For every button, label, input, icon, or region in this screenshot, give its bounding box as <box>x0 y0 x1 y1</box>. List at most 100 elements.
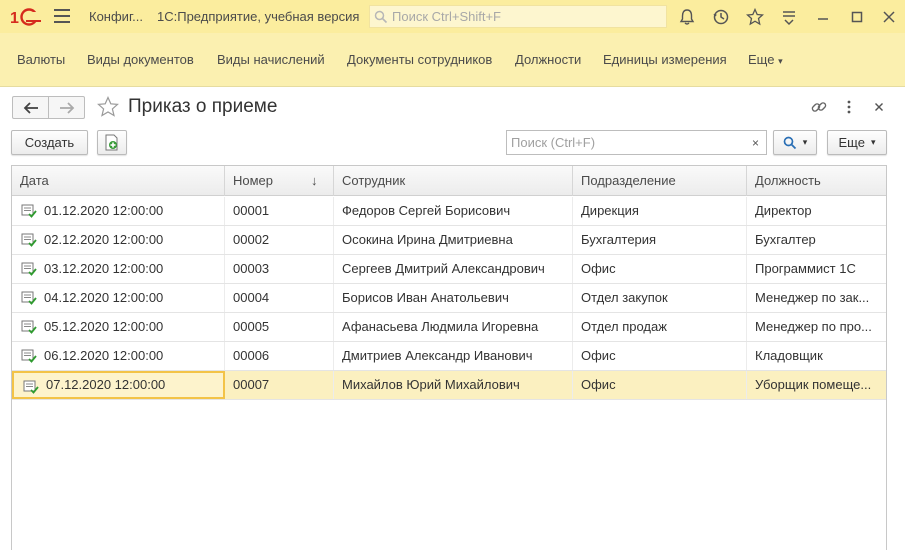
sections-panel: Валюты Виды документов Виды начислений Д… <box>0 33 905 87</box>
history-icon[interactable] <box>712 8 730 26</box>
cell-employee-text: Михайлов Юрий Михайлович <box>342 377 520 392</box>
table-row[interactable]: 04.12.2020 12:00:00 00004 Борисов Иван Ана… <box>12 284 886 313</box>
cell-department: Отдел продаж <box>573 313 747 341</box>
arrow-left-icon <box>23 101 38 114</box>
more-actions-button[interactable]: Еще ▾ <box>827 130 887 155</box>
cell-position: Бухгалтер <box>747 226 886 254</box>
section-currencies[interactable]: Валюты <box>17 52 65 67</box>
chevron-down-icon: ▾ <box>802 137 808 147</box>
menu-icon[interactable] <box>54 9 70 23</box>
section-units[interactable]: Единицы измерения <box>603 52 727 67</box>
cell-department-text: Офис <box>581 348 616 363</box>
config-label[interactable]: Конфиг... <box>89 9 143 24</box>
functions-menu-icon[interactable] <box>780 8 798 26</box>
cell-employee: Афанасьева Людмила Игоревна <box>334 313 573 341</box>
cell-date: 04.12.2020 12:00:00 <box>12 284 225 312</box>
more-vertical-icon[interactable] <box>840 98 858 116</box>
cell-date: 02.12.2020 12:00:00 <box>12 226 225 254</box>
cell-number: 00004 <box>225 284 334 312</box>
column-header-number-label: Номер <box>233 173 274 188</box>
table-row[interactable]: 01.12.2020 12:00:00 00001 Федоров Сергей Б… <box>12 197 886 226</box>
table-row[interactable]: 05.12.2020 12:00:00 00005 Афанасьева Людми… <box>12 313 886 342</box>
documents-table: Дата Номер ↓ Сотрудник Подразделение Дол… <box>11 165 887 550</box>
close-form-icon[interactable] <box>870 98 888 116</box>
forward-button[interactable] <box>48 96 85 119</box>
cell-department: Офис <box>573 255 747 283</box>
section-employee-documents[interactable]: Документы сотрудников <box>347 52 492 67</box>
cell-department-text: Офис <box>581 377 616 392</box>
cell-number-text: 00004 <box>233 290 270 305</box>
column-header-date[interactable]: Дата <box>12 166 225 196</box>
section-positions[interactable]: Должности <box>515 52 581 67</box>
cell-date: 07.12.2020 12:00:00 <box>12 371 225 399</box>
close-window-icon[interactable] <box>880 8 898 26</box>
table-row[interactable]: 06.12.2020 12:00:00 00006 Дмитриев Алексан… <box>12 342 886 371</box>
cell-position-text: Уборщик помеще... <box>755 377 872 392</box>
cell-employee: Сергеев Дмитрий Александрович <box>334 255 573 283</box>
cell-employee-text: Сергеев Дмитрий Александрович <box>342 261 545 276</box>
posted-document-icon <box>21 291 37 305</box>
section-accrual-types[interactable]: Виды начислений <box>217 52 325 67</box>
cell-number: 00003 <box>225 255 334 283</box>
posted-document-icon <box>21 204 37 218</box>
cell-department-text: Дирекция <box>581 203 639 218</box>
cell-number: 00002 <box>225 226 334 254</box>
cell-number-text: 00003 <box>233 261 270 276</box>
chevron-down-icon: ▾ <box>870 137 876 147</box>
cell-employee: Дмитриев Александр Иванович <box>334 342 573 370</box>
create-copy-button[interactable] <box>97 130 127 155</box>
1c-logo[interactable]: 1 <box>10 7 44 27</box>
cell-number-text: 00001 <box>233 203 270 218</box>
cell-employee: Борисов Иван Анатольевич <box>334 284 573 312</box>
table-row[interactable]: 02.12.2020 12:00:00 00002 Осокина Ирина Дм… <box>12 226 886 255</box>
clear-search-button[interactable]: × <box>745 130 767 155</box>
column-header-position[interactable]: Должность <box>747 166 886 196</box>
cell-position-text: Программист 1С <box>755 261 856 276</box>
posted-document-icon <box>21 233 37 247</box>
minimize-icon[interactable] <box>814 8 832 26</box>
cell-position: Программист 1С <box>747 255 886 283</box>
cell-date-text: 01.12.2020 12:00:00 <box>44 203 164 218</box>
table-row[interactable]: 07.12.2020 12:00:00 00007 Михайлов Юрий Ми… <box>12 371 886 400</box>
create-button[interactable]: Создать <box>11 130 88 155</box>
cell-position: Кладовщик <box>747 342 886 370</box>
cell-number: 00007 <box>225 371 334 399</box>
column-header-department[interactable]: Подразделение <box>573 166 747 196</box>
cell-position: Директор <box>747 197 886 225</box>
bell-icon[interactable] <box>678 8 696 26</box>
cell-employee: Федоров Сергей Борисович <box>334 197 573 225</box>
section-document-types[interactable]: Виды документов <box>87 52 194 67</box>
list-search-input[interactable]: Поиск (Ctrl+F) <box>506 130 746 155</box>
section-more[interactable]: Еще ▾ <box>748 52 783 67</box>
posted-document-icon <box>21 349 37 363</box>
cell-department-text: Бухгалтерия <box>581 232 657 247</box>
column-header-employee[interactable]: Сотрудник <box>334 166 573 196</box>
table-row[interactable]: 03.12.2020 12:00:00 00003 Сергеев Дмитрий … <box>12 255 886 284</box>
maximize-icon[interactable] <box>848 8 866 26</box>
cell-position-text: Кладовщик <box>755 348 823 363</box>
cell-position-text: Менеджер по зак... <box>755 290 870 305</box>
cell-department-text: Отдел продаж <box>581 319 667 334</box>
cell-date-text: 06.12.2020 12:00:00 <box>44 348 164 363</box>
cell-department: Бухгалтерия <box>573 226 747 254</box>
cell-date-text: 07.12.2020 12:00:00 <box>46 377 166 392</box>
arrow-right-icon <box>59 101 74 114</box>
favorite-star-icon[interactable] <box>97 96 119 118</box>
search-options-button[interactable]: ▾ <box>773 130 817 155</box>
cell-date-text: 04.12.2020 12:00:00 <box>44 290 164 305</box>
cell-department: Дирекция <box>573 197 747 225</box>
cell-employee: Михайлов Юрий Михайлович <box>334 371 573 399</box>
cell-department-text: Офис <box>581 261 616 276</box>
column-header-number[interactable]: Номер ↓ <box>225 166 334 196</box>
link-icon[interactable] <box>810 98 828 116</box>
cell-date: 05.12.2020 12:00:00 <box>12 313 225 341</box>
cell-position-text: Бухгалтер <box>755 232 816 247</box>
more-actions-label: Еще <box>838 135 865 150</box>
cell-date: 03.12.2020 12:00:00 <box>12 255 225 283</box>
cell-employee-text: Федоров Сергей Борисович <box>342 203 511 218</box>
favorites-icon[interactable] <box>746 8 764 26</box>
back-button[interactable] <box>12 96 49 119</box>
cell-number-text: 00002 <box>233 232 270 247</box>
posted-document-icon <box>23 380 39 394</box>
global-search-input[interactable]: Поиск Ctrl+Shift+F <box>369 5 667 28</box>
